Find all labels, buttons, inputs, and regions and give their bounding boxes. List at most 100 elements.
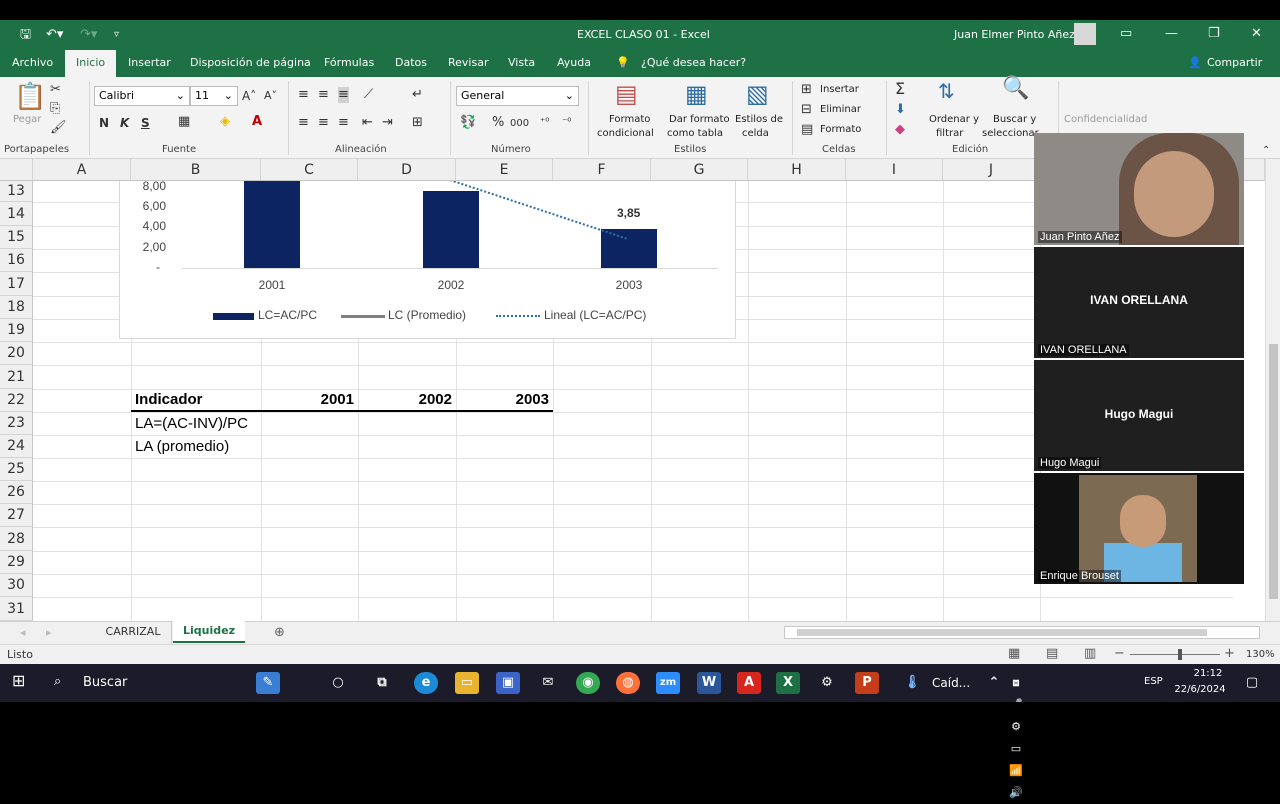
- row-header[interactable]: 15: [0, 226, 33, 249]
- task-view-icon[interactable]: ⧉: [370, 672, 394, 694]
- sheet-tab-carrizal[interactable]: CARRIZAL: [95, 622, 172, 644]
- table-row-label[interactable]: LA=(AC-INV)/PC: [135, 415, 248, 432]
- restore-icon[interactable]: ❐: [1208, 26, 1220, 42]
- undo-icon[interactable]: ↶▾: [46, 27, 63, 43]
- scrollbar-thumb[interactable]: [1269, 344, 1278, 599]
- column-header[interactable]: G: [651, 159, 748, 181]
- word-icon[interactable]: W: [697, 672, 721, 694]
- file-explorer-icon[interactable]: ▭: [455, 672, 479, 694]
- collapse-ribbon-icon[interactable]: ⌃: [1262, 143, 1270, 159]
- find-select-label2[interactable]: seleccionar: [982, 128, 1039, 139]
- align-top-icon[interactable]: ≡: [298, 87, 309, 103]
- column-header[interactable]: B: [131, 159, 261, 181]
- video-tile-juan[interactable]: Juan Pinto Añez: [1034, 133, 1244, 245]
- powerpoint-icon[interactable]: P: [855, 672, 879, 694]
- font-color-icon[interactable]: A: [252, 114, 262, 130]
- sort-filter-label2[interactable]: filtrar: [936, 128, 963, 139]
- fill-color-icon[interactable]: ◈: [220, 114, 230, 130]
- clear-icon[interactable]: ◆: [895, 122, 905, 138]
- row-header[interactable]: 14: [0, 202, 33, 226]
- table-row-label[interactable]: LA (promedio): [135, 438, 229, 455]
- close-icon[interactable]: ✕: [1251, 26, 1262, 42]
- taskbar-search-box[interactable]: Buscar: [83, 675, 127, 690]
- find-select-icon[interactable]: 🔍: [1002, 78, 1029, 100]
- align-center-icon[interactable]: ≡: [318, 115, 329, 131]
- column-header[interactable]: C: [261, 159, 358, 181]
- table-header-cell[interactable]: 2002: [358, 391, 452, 408]
- chrome-icon[interactable]: ◉: [576, 672, 600, 694]
- tab-archivo[interactable]: Archivo: [12, 56, 53, 69]
- zoom-in-icon[interactable]: +: [1224, 646, 1235, 662]
- insert-cells-label[interactable]: Insertar: [820, 84, 859, 95]
- cell-styles-label2[interactable]: celda: [742, 128, 769, 139]
- row-header[interactable]: 25: [0, 458, 33, 481]
- row-header[interactable]: 16: [0, 249, 33, 272]
- zoom-level[interactable]: 130%: [1246, 649, 1275, 660]
- format-table-icon[interactable]: ▦: [685, 81, 708, 107]
- cortana-icon[interactable]: ○: [326, 672, 350, 694]
- borders-icon[interactable]: ▦: [178, 114, 190, 130]
- row-header[interactable]: 22: [0, 389, 33, 412]
- format-table-label2[interactable]: como tabla: [667, 128, 723, 139]
- tab-prev-icon[interactable]: ◂: [20, 625, 26, 641]
- tab-next-icon[interactable]: ▸: [46, 625, 52, 641]
- normal-view-icon[interactable]: ▦: [1008, 646, 1020, 662]
- conditional-format-label2[interactable]: condicional: [597, 128, 654, 139]
- cell-styles-icon[interactable]: ▧: [746, 81, 769, 107]
- insert-cells-icon[interactable]: ⊞: [801, 82, 812, 98]
- chart[interactable]: 8,00 6,00 4,00 2,00 - 3,85 2001 2002 200…: [119, 179, 736, 339]
- paste-icon[interactable]: 📋: [14, 83, 46, 111]
- grow-font-icon[interactable]: A˄: [242, 88, 256, 104]
- number-format-combo[interactable]: General ⌄: [456, 86, 579, 106]
- video-tile-hugo[interactable]: Hugo Magui Hugo Magui: [1034, 360, 1244, 471]
- shrink-font-icon[interactable]: A˅: [264, 88, 277, 104]
- row-header[interactable]: 13: [0, 181, 33, 202]
- row-header[interactable]: 24: [0, 435, 33, 458]
- column-header[interactable]: A: [33, 159, 131, 181]
- column-header[interactable]: E: [456, 159, 553, 181]
- font-name-combo[interactable]: Calibri ⌄: [94, 86, 190, 106]
- merge-center-icon[interactable]: ⊞: [412, 115, 423, 131]
- format-painter-icon[interactable]: 🖌: [50, 120, 67, 136]
- page-break-icon[interactable]: ▥: [1084, 646, 1096, 662]
- delete-cells-label[interactable]: Eliminar: [820, 104, 861, 115]
- tab-vista[interactable]: Vista: [508, 56, 535, 69]
- zoom-slider-thumb[interactable]: [1178, 649, 1182, 660]
- video-tile-enrique[interactable]: Enrique Brouset: [1034, 473, 1244, 584]
- edge-icon[interactable]: e: [414, 672, 438, 694]
- clock-time[interactable]: 21:12: [1188, 668, 1228, 679]
- row-header[interactable]: 17: [0, 272, 33, 296]
- column-header[interactable]: J: [943, 159, 1040, 181]
- align-middle-icon[interactable]: ≡: [318, 87, 329, 103]
- currency-icon[interactable]: 💱: [460, 115, 476, 131]
- copy-icon[interactable]: ⎘: [50, 101, 60, 117]
- vertical-scrollbar[interactable]: [1265, 159, 1280, 621]
- percent-button[interactable]: %: [492, 115, 504, 131]
- firefox-icon[interactable]: ◍: [616, 672, 640, 694]
- row-header[interactable]: 31: [0, 597, 33, 621]
- table-header-cell[interactable]: 2001: [261, 391, 354, 408]
- video-tile-ivan[interactable]: IVAN ORELLANA IVAN ORELLANA: [1034, 247, 1244, 358]
- language-indicator[interactable]: ESP: [1144, 676, 1163, 687]
- row-header[interactable]: 19: [0, 319, 33, 342]
- table-header-cell[interactable]: Indicador: [135, 391, 203, 408]
- tab-formulas[interactable]: Fórmulas: [324, 56, 374, 69]
- align-bottom-icon[interactable]: ≡: [338, 87, 349, 103]
- wrap-text-icon[interactable]: ↵: [412, 87, 423, 103]
- weather-text[interactable]: Caíd...: [932, 676, 970, 690]
- windows-start-icon[interactable]: ⊞: [12, 673, 25, 689]
- autosum-icon[interactable]: Σ: [895, 81, 905, 97]
- sort-filter-icon[interactable]: ⇅: [938, 81, 955, 101]
- row-header[interactable]: 21: [0, 365, 33, 389]
- scrollbar-thumb[interactable]: [797, 629, 1207, 636]
- zoom-out-icon[interactable]: −: [1114, 646, 1125, 662]
- font-size-combo[interactable]: 11 ⌄: [190, 86, 238, 106]
- underline-button[interactable]: S: [141, 115, 150, 131]
- tab-inicio[interactable]: Inicio: [65, 50, 117, 77]
- page-layout-icon[interactable]: ▤: [1046, 646, 1058, 662]
- tell-me-search[interactable]: ¿Qué desea hacer?: [641, 56, 746, 69]
- excel-icon[interactable]: X: [776, 672, 800, 694]
- conditional-format-icon[interactable]: ▤: [615, 81, 638, 107]
- settings-gear-icon[interactable]: ⚙: [815, 672, 839, 694]
- italic-button[interactable]: K: [120, 115, 129, 131]
